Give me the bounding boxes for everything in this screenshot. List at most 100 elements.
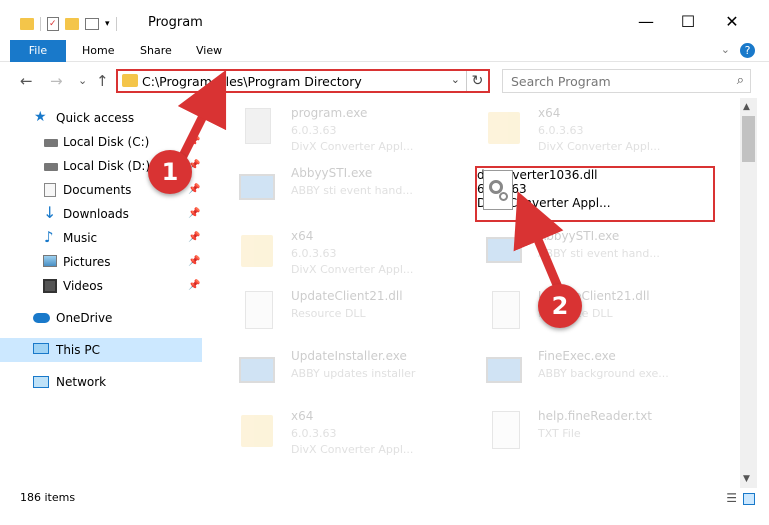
pin-icon[interactable]: 📌 bbox=[188, 154, 200, 178]
sidebar-item-this-pc[interactable]: This PC bbox=[0, 338, 202, 362]
tiles-view-icon[interactable] bbox=[743, 493, 755, 505]
up-button[interactable]: ↑ bbox=[96, 72, 109, 90]
highlighted-file-item[interactable]: dsconverter1036.dll 6.0.3.63 DivX Conver… bbox=[475, 166, 715, 222]
window-icon bbox=[484, 227, 524, 271]
window-icon bbox=[237, 164, 277, 208]
sidebar-item-label: Downloads bbox=[63, 207, 129, 221]
sidebar-item-local-disk-c[interactable]: Local Disk (C:) 📌 bbox=[0, 130, 202, 154]
maximize-button[interactable]: ☐ bbox=[678, 12, 698, 32]
folder-icon[interactable] bbox=[20, 18, 34, 30]
folder-icon bbox=[237, 407, 277, 451]
help-icon[interactable]: ? bbox=[740, 43, 755, 58]
folder-item[interactable]: x64 6.0.3.63 DivX Converter Appl... bbox=[225, 223, 465, 279]
tab-share[interactable]: Share bbox=[128, 40, 184, 62]
file-item[interactable]: UpdateClient21.dll Resource DLL bbox=[225, 283, 465, 339]
sidebar-item-label: OneDrive bbox=[56, 311, 113, 325]
file-name: UpdateInstaller.exe bbox=[291, 349, 407, 363]
sidebar-item-downloads[interactable]: ↓ Downloads 📌 bbox=[0, 202, 202, 226]
txt-icon bbox=[484, 407, 524, 451]
file-item[interactable]: UpdateClient21.dll Resource DLL bbox=[472, 283, 712, 339]
file-name: AbbyySTI.exe bbox=[538, 229, 620, 243]
videos-icon bbox=[43, 279, 57, 293]
minimize-button[interactable]: — bbox=[636, 12, 656, 32]
file-item[interactable]: program.exe 6.0.3.63 DivX Converter Appl… bbox=[225, 100, 465, 156]
sidebar-item-label: Local Disk (D:) bbox=[63, 159, 151, 173]
file-description: DivX Converter Appl... bbox=[291, 140, 414, 153]
downloads-icon: ↓ bbox=[43, 203, 57, 222]
chevron-down-icon[interactable]: ▾ bbox=[105, 19, 110, 29]
new-folder-icon[interactable] bbox=[65, 18, 79, 30]
recent-locations-button[interactable]: ⌄ bbox=[78, 74, 87, 87]
scroll-thumb[interactable] bbox=[742, 116, 755, 162]
forward-button[interactable]: → bbox=[50, 72, 63, 90]
file-version: 6.0.3.63 bbox=[538, 124, 584, 137]
tab-home[interactable]: Home bbox=[70, 40, 126, 62]
tab-file[interactable]: File bbox=[10, 40, 66, 62]
sidebar-item-label: Local Disk (C:) bbox=[63, 135, 150, 149]
file-item[interactable]: help.fineReader.txt TXT File bbox=[472, 403, 712, 459]
view-menu-icon[interactable] bbox=[85, 18, 99, 30]
sidebar-item-label: Music bbox=[63, 231, 98, 245]
pc-icon bbox=[33, 343, 49, 354]
search-icon[interactable]: ⌕ bbox=[737, 73, 744, 88]
sidebar-item-music[interactable]: ♪ Music 📌 bbox=[0, 226, 202, 250]
sidebar-item-label: Videos bbox=[63, 279, 103, 293]
window-icon bbox=[237, 347, 277, 391]
file-item[interactable]: UpdateInstaller.exe ABBY updates install… bbox=[225, 343, 465, 399]
view-switcher: ☰ bbox=[726, 491, 755, 505]
pin-icon[interactable]: 📌 bbox=[188, 250, 200, 274]
sidebar-item-quick-access[interactable]: ★ Quick access bbox=[0, 106, 202, 130]
refresh-button[interactable]: ↻ bbox=[466, 71, 488, 91]
properties-icon[interactable]: ✓ bbox=[47, 17, 59, 31]
search-box[interactable]: Search Program ⌕ bbox=[502, 69, 751, 93]
address-bar[interactable]: C:\Program Files\Program Directory ⌄ ↻ bbox=[116, 69, 490, 93]
sidebar-item-network[interactable]: Network bbox=[0, 370, 202, 394]
pin-icon[interactable]: 📌 bbox=[188, 226, 200, 250]
file-version: 6.0.3.63 bbox=[291, 247, 337, 260]
file-description: Resource DLL bbox=[538, 307, 613, 320]
file-description: ABBY sti event hand... bbox=[538, 247, 660, 260]
file-item[interactable]: AbbyySTI.exe ABBY sti event hand... bbox=[225, 160, 465, 216]
sidebar-item-pictures[interactable]: Pictures 📌 bbox=[0, 250, 202, 274]
sidebar-item-local-disk-d[interactable]: Local Disk (D:) 📌 bbox=[0, 154, 202, 178]
folder-item[interactable]: x64 6.0.3.63 DivX Converter Appl... bbox=[472, 100, 712, 156]
details-view-icon[interactable]: ☰ bbox=[726, 491, 737, 505]
file-item[interactable]: FineExec.exe ABBY background exe... bbox=[472, 343, 712, 399]
pin-icon[interactable]: 📌 bbox=[188, 130, 200, 154]
file-version: 6.0.3.63 bbox=[291, 124, 337, 137]
file-name: UpdateClient21.dll bbox=[291, 289, 403, 303]
dll-gear-icon bbox=[237, 287, 277, 331]
close-button[interactable]: ✕ bbox=[722, 12, 742, 32]
file-description: ABBY updates installer bbox=[291, 367, 416, 380]
folder-item[interactable]: x64 6.0.3.63 DivX Converter Appl... bbox=[225, 403, 465, 459]
vertical-scrollbar[interactable]: ▲ ▼ bbox=[740, 98, 757, 488]
scroll-down-icon[interactable]: ▼ bbox=[743, 474, 750, 484]
folder-icon bbox=[484, 104, 524, 148]
back-button[interactable]: ← bbox=[20, 72, 33, 90]
file-description: ABBY background exe... bbox=[538, 367, 669, 380]
tab-view[interactable]: View bbox=[184, 40, 234, 62]
sidebar-item-videos[interactable]: Videos 📌 bbox=[0, 274, 202, 298]
file-name: help.fineReader.txt bbox=[538, 409, 652, 423]
pin-icon[interactable]: 📌 bbox=[188, 274, 200, 298]
item-count: 186 items bbox=[20, 491, 76, 504]
quick-access-toolbar: ✓ ▾ bbox=[20, 14, 123, 34]
file-item[interactable]: AbbyySTI.exe ABBY sti event hand... bbox=[472, 223, 712, 279]
exe-icon bbox=[237, 104, 277, 148]
pin-icon[interactable]: 📌 bbox=[188, 178, 200, 202]
cloud-icon bbox=[33, 313, 50, 323]
sidebar-item-label: This PC bbox=[56, 343, 100, 357]
folder-icon bbox=[237, 227, 277, 271]
search-input[interactable]: Search Program bbox=[511, 74, 611, 89]
chevron-down-icon[interactable]: ⌄ bbox=[451, 73, 460, 86]
address-path[interactable]: C:\Program Files\Program Directory bbox=[142, 74, 362, 89]
sidebar-item-documents[interactable]: Documents 📌 bbox=[0, 178, 202, 202]
file-name: FineExec.exe bbox=[538, 349, 616, 363]
file-name: x64 bbox=[291, 409, 314, 423]
pin-icon[interactable]: 📌 bbox=[188, 202, 200, 226]
file-description: ABBY sti event hand... bbox=[291, 184, 413, 197]
sidebar-item-onedrive[interactable]: OneDrive bbox=[0, 306, 202, 330]
expand-ribbon-icon[interactable]: ⌄ bbox=[721, 43, 730, 58]
separator bbox=[115, 17, 117, 31]
scroll-up-icon[interactable]: ▲ bbox=[743, 102, 750, 112]
